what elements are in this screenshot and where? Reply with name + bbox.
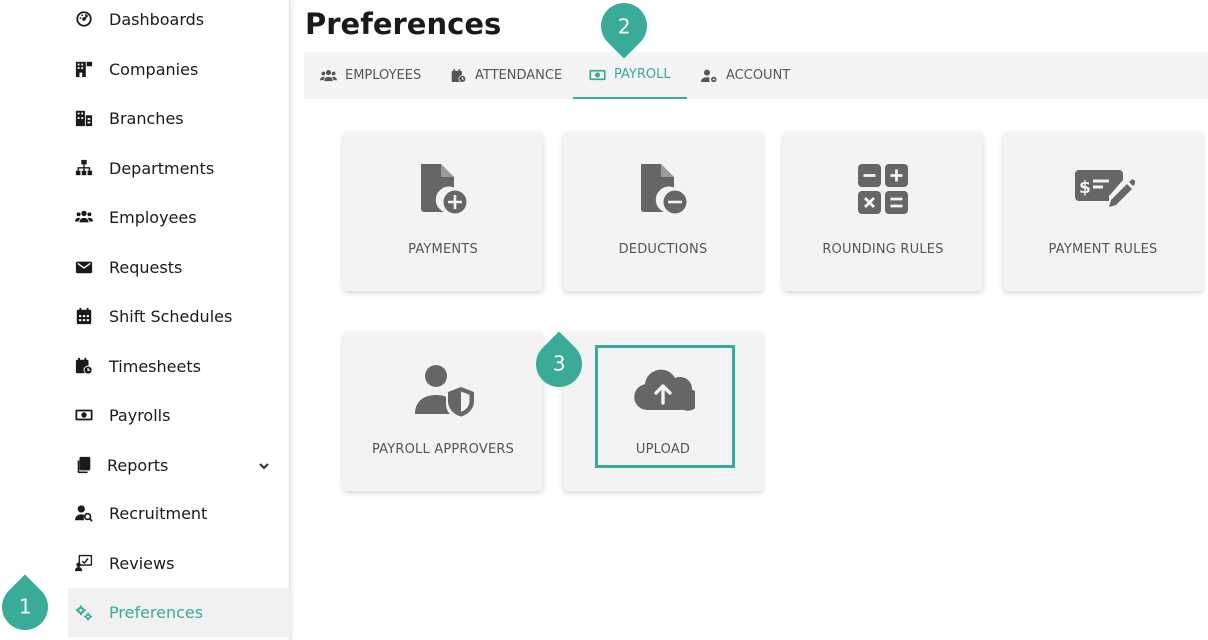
- sidebar-item-label: Payrolls: [109, 405, 171, 425]
- card-payments[interactable]: PAYMENTS: [343, 132, 543, 291]
- user-search-icon: [74, 503, 94, 523]
- sidebar: Dashboards Companies Branches Department…: [0, 0, 290, 640]
- tab-label: ATTENDANCE: [475, 68, 563, 83]
- sidebar-item-label: Timesheets: [109, 356, 201, 376]
- calendar-icon: [74, 306, 94, 326]
- users-icon: [74, 207, 94, 227]
- sidebar-item-shift-schedules[interactable]: Shift Schedules: [68, 293, 290, 339]
- sidebar-item-departments[interactable]: Departments: [68, 145, 290, 191]
- card-label: ROUNDING RULES: [822, 242, 944, 257]
- tab-employees[interactable]: EMPLOYEES: [320, 52, 421, 99]
- money-bill-icon: [74, 405, 94, 425]
- sidebar-item-label: Companies: [109, 59, 199, 79]
- tab-label: ACCOUNT: [726, 68, 791, 83]
- dashboard-icon: [74, 9, 94, 29]
- sidebar-item-payrolls[interactable]: Payrolls: [68, 392, 290, 438]
- card-label: PAYMENTS: [408, 242, 478, 257]
- sidebar-item-label: Reports: [107, 455, 169, 475]
- sidebar-item-label: Recruitment: [109, 503, 208, 523]
- sidebar-item-timesheets[interactable]: Timesheets: [68, 343, 290, 389]
- sidebar-item-preferences[interactable]: Preferences: [68, 588, 290, 637]
- sidebar-item-label: Departments: [109, 158, 215, 178]
- sidebar-item-employees[interactable]: Employees: [68, 194, 290, 240]
- card-label: DEDUCTIONS: [618, 242, 708, 257]
- sidebar-item-recruitment[interactable]: Recruitment: [68, 490, 290, 536]
- sitemap-icon: [74, 158, 94, 178]
- card-label: PAYMENT RULES: [1048, 242, 1158, 257]
- user-gear-icon: [701, 69, 717, 82]
- sidebar-item-branches[interactable]: Branches: [68, 95, 290, 141]
- tab-account[interactable]: ACCOUNT: [701, 52, 790, 99]
- envelope-icon: [74, 257, 94, 277]
- sidebar-item-label: Branches: [109, 108, 184, 128]
- tab-attendance[interactable]: ATTENDANCE: [450, 52, 562, 99]
- calendar-clock-icon: [74, 356, 94, 376]
- sidebar-item-label: Requests: [109, 257, 183, 277]
- tab-label: PAYROLL: [614, 67, 671, 82]
- money-bill-icon: [589, 69, 606, 80]
- card-label: UPLOAD: [635, 442, 691, 457]
- card-deductions[interactable]: DEDUCTIONS: [563, 132, 763, 291]
- file-plus-icon: [343, 162, 543, 222]
- card-label: PAYROLL APPROVERS: [371, 442, 515, 457]
- sidebar-item-companies[interactable]: Companies: [68, 46, 290, 92]
- card-payment-rules[interactable]: $ PAYMENT RULES: [1003, 132, 1203, 291]
- card-rounding-rules[interactable]: ROUNDING RULES: [783, 132, 983, 291]
- user-shield-icon: [343, 362, 543, 422]
- sidebar-item-requests[interactable]: Requests: [68, 244, 290, 290]
- file-minus-icon: [563, 162, 763, 222]
- sidebar-item-label: Shift Schedules: [109, 306, 233, 326]
- calendar-clock-icon: [451, 68, 467, 83]
- sidebar-item-label: Dashboards: [109, 9, 205, 29]
- tab-payroll[interactable]: PAYROLL: [573, 52, 687, 99]
- tab-label: EMPLOYEES: [345, 68, 422, 83]
- calculator-icon: [783, 162, 983, 222]
- sidebar-item-reports[interactable]: Reports: [68, 442, 290, 488]
- money-check-pen-icon: $: [1003, 162, 1203, 222]
- card-payroll-approvers[interactable]: PAYROLL APPROVERS: [343, 332, 543, 491]
- users-icon: [320, 69, 337, 81]
- chevron-down-icon[interactable]: [258, 457, 272, 471]
- svg-text:$: $: [1079, 178, 1091, 198]
- gears-icon: [74, 603, 94, 623]
- sidebar-item-dashboards[interactable]: Dashboards: [68, 0, 290, 42]
- review-board-icon: [74, 553, 94, 573]
- companies-icon: [74, 59, 94, 79]
- sidebar-item-label: Employees: [109, 207, 197, 227]
- tab-bar: EMPLOYEES ATTENDANCE PAYROLL ACCOUNT: [304, 52, 1208, 99]
- sidebar-item-reviews[interactable]: Reviews: [68, 540, 290, 586]
- cloud-upload-icon: [563, 362, 763, 422]
- card-upload[interactable]: UPLOAD: [563, 332, 763, 491]
- sidebar-item-label: Preferences: [109, 603, 204, 622]
- sidebar-item-label: Reviews: [109, 553, 175, 573]
- copy-icon: [74, 455, 94, 475]
- page-title: Preferences: [305, 7, 502, 41]
- callout-marker-2: 2: [591, 0, 657, 59]
- branches-icon: [74, 108, 94, 128]
